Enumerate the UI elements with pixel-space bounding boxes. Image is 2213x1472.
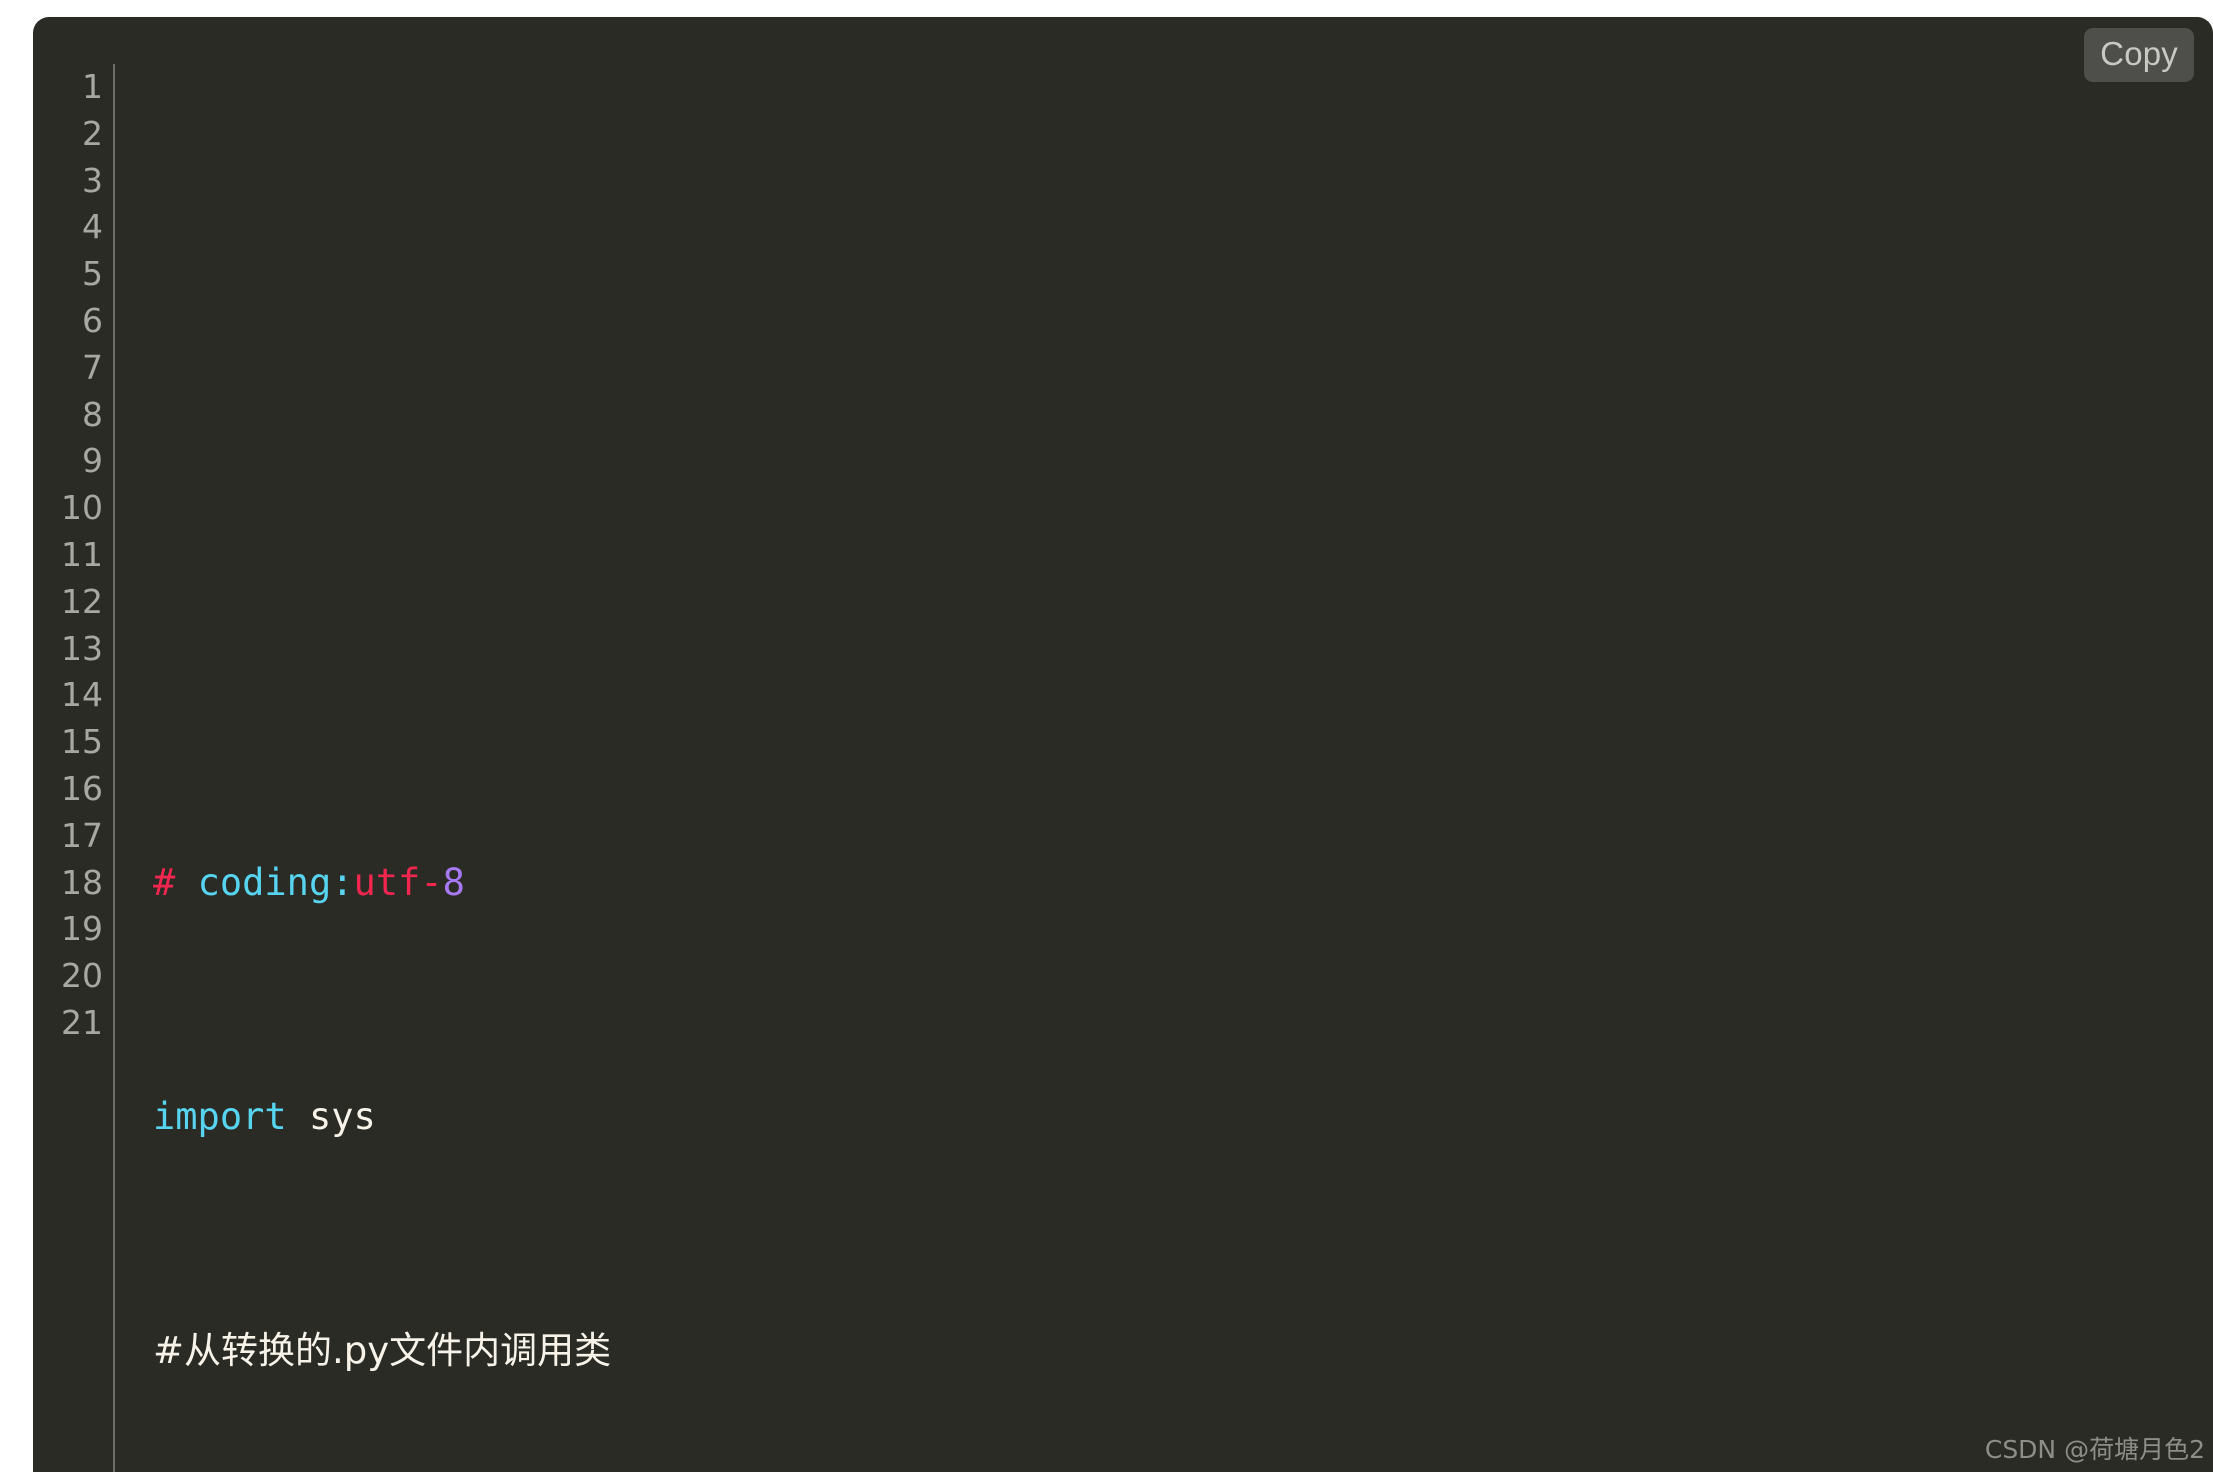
line-number: 11	[61, 534, 103, 574]
code-line: import sys	[153, 1094, 376, 1138]
line-number: 4	[82, 207, 103, 247]
code-editor[interactable]: 1 2 3 4 5 6 7 8 9 10 11 12 13 14 15 16 1…	[33, 64, 2213, 1472]
line-number: 8	[82, 394, 103, 434]
line-number: 20	[61, 956, 103, 996]
code-line: #从转换的.py文件内调用类	[153, 1328, 612, 1372]
line-number: 6	[82, 300, 103, 340]
page-root: Copy 1 2 3 4 5 6 7 8 9 10 11 12 13 14 15…	[0, 0, 2213, 1472]
line-number: 13	[61, 628, 103, 668]
copy-button[interactable]: Copy	[2084, 28, 2194, 82]
line-number: 21	[61, 1002, 103, 1042]
code-content[interactable]: # coding:utf-8 import sys #从转换的.py文件内调用类…	[115, 64, 2213, 1472]
line-number-gutter: 1 2 3 4 5 6 7 8 9 10 11 12 13 14 15 16 1…	[33, 64, 115, 1472]
code-block: Copy 1 2 3 4 5 6 7 8 9 10 11 12 13 14 15…	[33, 17, 2213, 1472]
line-number: 2	[82, 113, 103, 153]
code-line: # coding:utf-8	[153, 860, 465, 904]
line-number: 17	[61, 815, 103, 855]
line-number: 15	[61, 722, 103, 762]
line-number: 7	[82, 347, 103, 387]
line-number: 19	[61, 909, 103, 949]
line-number: 18	[61, 862, 103, 902]
line-number: 5	[82, 254, 103, 294]
line-number: 1	[82, 67, 103, 106]
line-number: 14	[61, 675, 103, 715]
line-number: 10	[61, 488, 103, 528]
line-number: 16	[61, 768, 103, 808]
csdn-watermark: CSDN @荷塘月色2	[1984, 1435, 2205, 1464]
line-number: 3	[82, 160, 103, 200]
line-number: 12	[61, 581, 103, 621]
line-number: 9	[82, 441, 103, 481]
